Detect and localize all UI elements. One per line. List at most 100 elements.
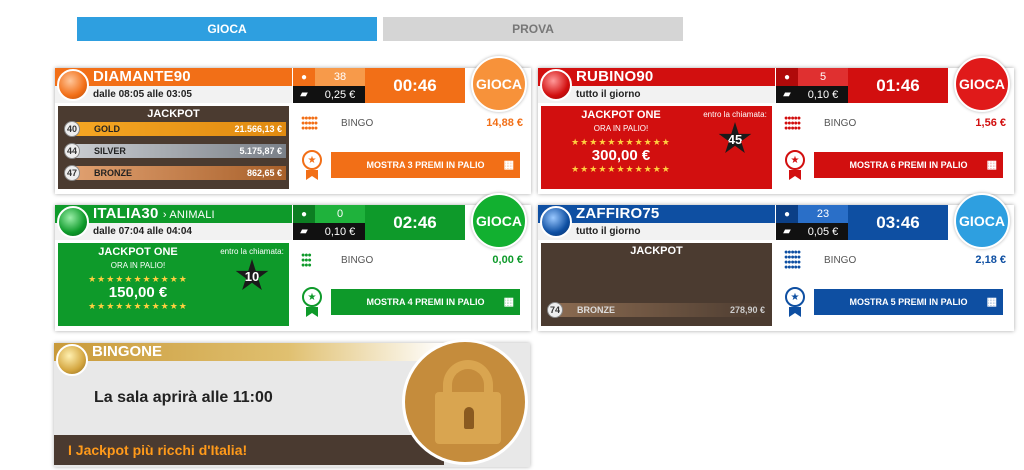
jackpot-one-title: JACKPOT ONE (581, 109, 661, 121)
show-prizes-button[interactable]: MOSTRA 6 PREMI IN PALIO ▦ (814, 152, 1003, 178)
promo-footer: I Jackpot più ricchi d'Italia! (54, 435, 444, 465)
show-prizes-button[interactable]: MOSTRA 5 PREMI IN PALIO ▦ (814, 289, 1003, 315)
players-count: 23 (816, 208, 830, 220)
countdown-timer: 00:46 (365, 68, 465, 103)
bingo-prize: 0,00 € (492, 254, 523, 266)
play-button[interactable]: GIOCA (471, 193, 527, 249)
ribbon-icon: ★ (301, 287, 323, 317)
room-card-zaffiro75: ZAFFIRO75 tutto il giorno ● 23 ▰ 0,05 € … (538, 193, 1014, 331)
room-title: ITALIA30 › ANIMALI (55, 205, 292, 223)
jackpot-title: JACKPOT (147, 108, 200, 120)
diamond-gem-icon (57, 69, 89, 101)
jackpot-one-sub: ORA IN PALIO! (593, 124, 649, 133)
jackpot-tier-bronze: 47 BRONZE 862,65 € (64, 165, 286, 181)
stars-decoration: ★★★★★★★★★★★ (571, 164, 671, 174)
people-icon: ● (776, 68, 798, 86)
opening-message: La sala aprirà alle 11:00 (94, 389, 273, 406)
emerald-gem-icon (57, 206, 89, 238)
tier-name: BRONZE (94, 168, 132, 178)
tab-gioca[interactable]: GIOCA (77, 17, 377, 41)
call-number-star: 45 (718, 122, 752, 153)
countdown-timer: 02:46 (365, 205, 465, 240)
bingo-card-icon: ●●●●● ●●●●● ●●●●● (301, 114, 318, 132)
countdown-timer: 01:46 (848, 68, 948, 103)
room-card-italia30: ITALIA30 › ANIMALI dalle 07:04 alle 04:0… (55, 193, 531, 331)
room-subtitle: › ANIMALI (162, 209, 215, 221)
card-icon: ▰ (300, 226, 308, 237)
players-count: 38 (333, 71, 347, 83)
room-title: RUBINO90 (538, 68, 775, 86)
bingo-prize-row: ●●●●● ●●●●● ●●●●● ●●●●● BINGO 2,18 € (784, 245, 1010, 275)
call-limit-label: entro la chiamata: (220, 247, 284, 256)
jackpot-panel: JACKPOT 74 BRONZE 278,90 € (541, 243, 772, 326)
bingo-label: BINGO (341, 254, 374, 266)
room-card-diamante90: DIAMANTE90 dalle 08:05 alle 03:05 ● 38 ▰… (55, 56, 531, 194)
jackpot-one-panel: JACKPOT ONE ORA IN PALIO! ★★★★★★★★★★★ 15… (58, 243, 289, 326)
play-button[interactable]: GIOCA (471, 56, 527, 112)
room-card-rubino90: RUBINO90 tutto il giorno ● 5 ▰ 0,10 € 01… (538, 56, 1014, 194)
bingo-label: BINGO (824, 254, 857, 266)
room-title: DIAMANTE90 (55, 68, 292, 86)
tier-amount: 21.566,13 € (234, 124, 282, 134)
room-title: BINGONE (54, 343, 444, 361)
card-icon: ▰ (783, 89, 791, 100)
tier-badge: 74 (547, 302, 563, 318)
jackpot-tier-silver: 44 SILVER 5.175,87 € (64, 143, 286, 159)
card-icon: ▰ (300, 89, 308, 100)
bingo-prize-row: ●●● ●●● ●●● BINGO 0,00 € (301, 245, 527, 275)
room-card-bingone: BINGONE La sala aprirà alle 11:00 I Jack… (54, 339, 530, 467)
sapphire-gem-icon (540, 206, 572, 238)
stars-decoration: ★★★★★★★★★★★ (88, 274, 188, 284)
countdown-timer: 03:46 (848, 205, 948, 240)
gold-gem-icon (56, 344, 88, 376)
people-icon: ● (776, 205, 798, 223)
tier-amount: 862,65 € (246, 168, 282, 178)
bingo-card-icon: ●●●●● ●●●●● ●●●●● ●●●●● (784, 249, 801, 271)
players-count: 0 (336, 208, 344, 220)
grid-icon: ▦ (986, 296, 997, 308)
bingo-prize-row: ●●●●● ●●●●● ●●●●● BINGO 1,56 € (784, 108, 1010, 138)
card-price: 0,05 € (807, 225, 839, 238)
call-limit-label: entro la chiamata: (703, 110, 767, 119)
grid-icon: ▦ (503, 296, 514, 308)
card-icon: ▰ (783, 226, 791, 237)
lock-icon (402, 339, 528, 465)
jackpot-panel: JACKPOT 40 GOLD 21.566,13 € 44 SILVER 5.17… (58, 106, 289, 189)
people-icon: ● (293, 205, 315, 223)
tier-name: BRONZE (577, 305, 615, 315)
bingo-prize: 2,18 € (975, 254, 1006, 266)
jackpot-tier-bronze: 74 BRONZE 278,90 € (547, 302, 769, 318)
tab-bar: GIOCA PROVA (77, 17, 683, 41)
jackpot-tier-gold: 40 GOLD 21.566,13 € (64, 121, 286, 137)
tier-amount: 5.175,87 € (239, 146, 282, 156)
jackpot-one-amount: 300,00 € (591, 147, 651, 164)
jackpot-one-panel: JACKPOT ONE ORA IN PALIO! ★★★★★★★★★★★ 30… (541, 106, 772, 189)
call-number-star: 10 (235, 259, 269, 290)
card-price: 0,25 € (324, 88, 356, 101)
ruby-gem-icon (540, 69, 572, 101)
tab-prova[interactable]: PROVA (383, 17, 683, 41)
people-icon: ● (293, 68, 315, 86)
players-count: 5 (819, 71, 827, 83)
play-button[interactable]: GIOCA (954, 193, 1010, 249)
stars-decoration: ★★★★★★★★★★★ (88, 301, 188, 311)
tier-badge: 40 (64, 121, 80, 137)
jackpot-title: JACKPOT (630, 245, 683, 257)
card-price: 0,10 € (324, 225, 356, 238)
grid-icon: ▦ (986, 159, 997, 171)
jackpot-one-amount: 150,00 € (108, 284, 168, 301)
bingo-prize: 1,56 € (975, 117, 1006, 129)
show-prizes-button[interactable]: MOSTRA 3 PREMI IN PALIO ▦ (331, 152, 520, 178)
tier-badge: 44 (64, 143, 80, 159)
ribbon-icon: ★ (784, 287, 806, 317)
tier-amount: 278,90 € (729, 305, 765, 315)
stars-decoration: ★★★★★★★★★★★ (571, 137, 671, 147)
bingo-label: BINGO (824, 117, 857, 129)
show-prizes-button[interactable]: MOSTRA 4 PREMI IN PALIO ▦ (331, 289, 520, 315)
room-hours: tutto il giorno (538, 223, 775, 240)
card-price: 0,10 € (807, 88, 839, 101)
room-hours: dalle 07:04 alle 04:04 (55, 223, 292, 240)
bingo-card-icon: ●●● ●●● ●●● (301, 251, 312, 269)
play-button[interactable]: GIOCA (954, 56, 1010, 112)
room-hours: dalle 08:05 alle 03:05 (55, 86, 292, 103)
